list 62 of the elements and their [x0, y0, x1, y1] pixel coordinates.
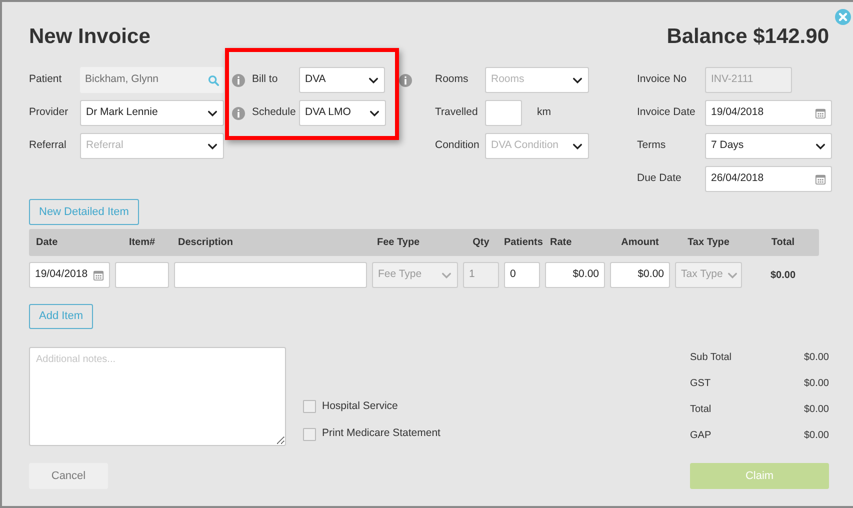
- input-field[interactable]: [485, 100, 522, 126]
- column-header: Tax Type: [686, 236, 730, 250]
- field-label: Condition: [435, 138, 480, 154]
- dropdown[interactable]: DVA LMO: [299, 100, 386, 126]
- calendar-icon: [815, 108, 826, 118]
- balance-amount: Balance $142.90: [666, 24, 829, 50]
- date-field[interactable]: 26/04/2018: [705, 166, 832, 192]
- column-header: Item#: [128, 236, 156, 250]
- input-field[interactable]: $0.00: [545, 262, 605, 288]
- close-icon[interactable]: [835, 9, 851, 25]
- field-label: Provider: [29, 105, 70, 120]
- total-amount: $0.00: [769, 268, 797, 282]
- total-label: GAP: [690, 429, 712, 443]
- total-value: $0.00: [804, 403, 829, 417]
- dialog-title: New Invoice: [29, 24, 150, 50]
- total-value: $0.00: [804, 377, 829, 391]
- field-label: Invoice No: [637, 72, 688, 88]
- checkbox-label: Print Medicare Statement: [322, 426, 440, 442]
- field-label: Travelled: [435, 105, 479, 120]
- total-label: GST: [690, 377, 711, 391]
- column-header: Rate: [549, 236, 573, 250]
- search-field[interactable]: Bickham, Glynn: [80, 67, 224, 93]
- field-label: Rooms: [435, 72, 470, 88]
- column-header: Date: [35, 236, 59, 250]
- field-label: Invoice Date: [637, 105, 696, 120]
- dropdown[interactable]: 7 Days: [705, 133, 832, 159]
- checkbox[interactable]: [303, 428, 316, 441]
- column-header: Patients: [504, 236, 540, 250]
- field-label: Bill to: [252, 72, 279, 88]
- input-field[interactable]: 0: [504, 262, 540, 288]
- calendar-icon: [815, 174, 826, 184]
- field-label: Referral: [29, 138, 68, 154]
- field-label: Terms: [637, 138, 667, 154]
- column-header: Qty: [472, 236, 490, 250]
- checkbox[interactable]: [303, 400, 316, 413]
- column-header: Fee Type: [376, 236, 421, 250]
- total-value: $0.00: [804, 429, 829, 443]
- column-header: Description: [177, 236, 234, 250]
- info-icon[interactable]: [232, 106, 245, 120]
- unit-label: km: [537, 105, 551, 120]
- total-value: $0.00: [804, 351, 829, 365]
- calendar-icon: [93, 270, 104, 280]
- field-label: Patient: [29, 72, 63, 88]
- dropdown[interactable]: DVA: [299, 67, 385, 93]
- cancel-button[interactable]: Cancel: [29, 463, 108, 489]
- field-label: Due Date: [637, 171, 682, 186]
- checkbox-label: Hospital Service: [322, 398, 398, 414]
- date-field[interactable]: 19/04/2018: [705, 100, 832, 126]
- search-icon[interactable]: [208, 74, 219, 86]
- dropdown[interactable]: Dr Mark Lennie: [80, 100, 224, 126]
- input-field[interactable]: [115, 262, 169, 288]
- info-icon[interactable]: [232, 74, 245, 86]
- input-field[interactable]: $0.00: [610, 262, 670, 288]
- total-label: Total: [690, 403, 712, 417]
- column-header: Total: [770, 236, 796, 250]
- column-header: Amount: [620, 236, 660, 250]
- input-field[interactable]: [174, 262, 367, 288]
- notes-field[interactable]: Additional notes...: [29, 347, 286, 446]
- total-label: Sub Total: [690, 351, 732, 365]
- date-field[interactable]: 19/04/2018: [29, 262, 110, 288]
- info-icon[interactable]: [399, 74, 412, 86]
- field-label: Schedule: [252, 105, 297, 120]
